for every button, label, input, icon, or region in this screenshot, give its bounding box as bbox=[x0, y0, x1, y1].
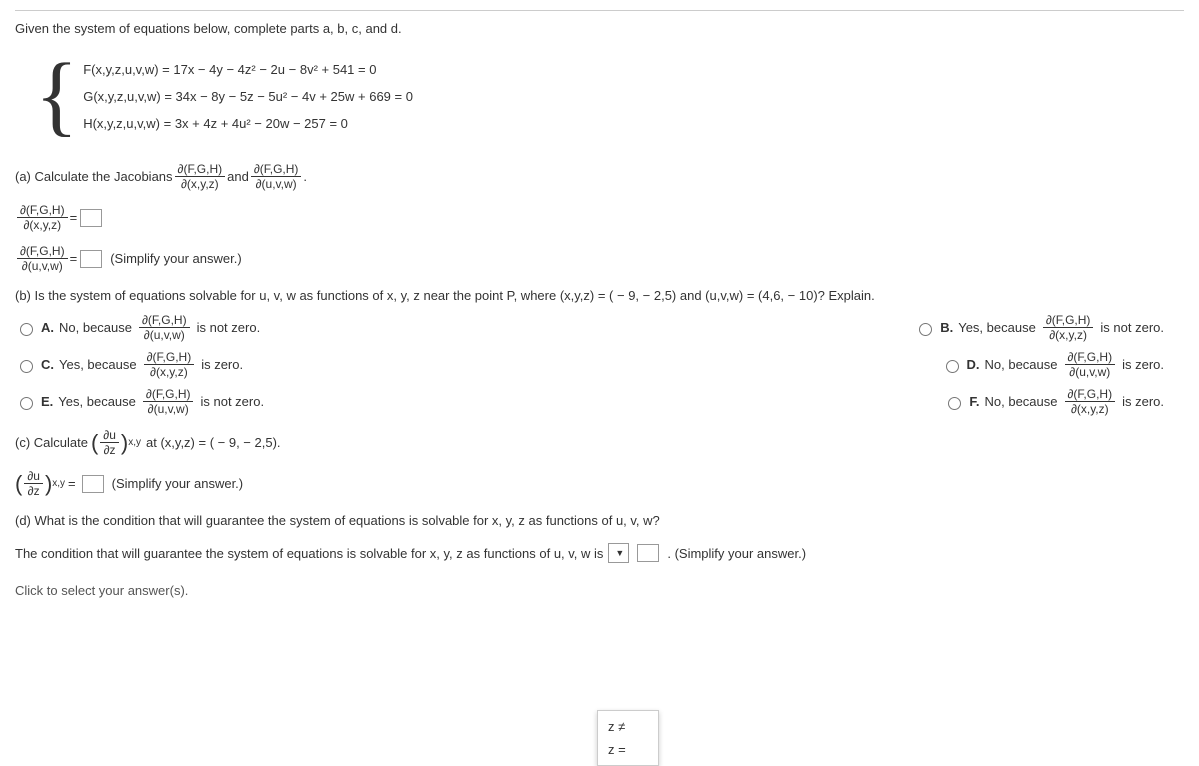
click-instruction: Click to select your answer(s). bbox=[15, 583, 1184, 598]
brace-symbol: { bbox=[35, 51, 78, 142]
answer-a1: ∂(F,G,H) ∂(x,y,z) = bbox=[15, 203, 1184, 232]
du-dz-ans: ∂u ∂z bbox=[24, 469, 43, 498]
dropdown-menu: z ≠ z = bbox=[597, 710, 659, 766]
option-c[interactable]: C. Yes, because ∂(F,G,H)∂(x,y,z) is zero… bbox=[15, 350, 243, 379]
option-a[interactable]: A. No, because ∂(F,G,H)∂(u,v,w) is not z… bbox=[15, 313, 260, 342]
equation-h: H(x,y,z,u,v,w) = 3x + 4z + 4u² − 20w − 2… bbox=[83, 116, 413, 131]
du-dz: ∂u ∂z bbox=[100, 428, 119, 457]
part-d-answer-line: The condition that will guarantee the sy… bbox=[15, 543, 1184, 563]
part-c-prompt: (c) Calculate ( ∂u ∂z ) x,y at (x,y,z) =… bbox=[15, 428, 1184, 457]
answer-a2: ∂(F,G,H) ∂(u,v,w) = (Simplify your answe… bbox=[15, 244, 1184, 273]
part-a-text: (a) Calculate the Jacobians bbox=[15, 169, 173, 184]
equation-system: { F(x,y,z,u,v,w) = 17x − 4y − 4z² − 2u −… bbox=[35, 51, 1184, 142]
answer-c: ( ∂u ∂z ) x,y = (Simplify your answer.) bbox=[15, 469, 1184, 498]
dropdown-condition[interactable] bbox=[608, 543, 629, 563]
radio-f[interactable] bbox=[948, 397, 961, 410]
input-jacobian-uvw[interactable] bbox=[80, 250, 102, 268]
jacobian-xyz: ∂(F,G,H) ∂(x,y,z) bbox=[175, 162, 226, 191]
dropdown-option-zeq[interactable]: z = bbox=[598, 738, 658, 761]
jacobian-xyz-ans: ∂(F,G,H) ∂(x,y,z) bbox=[17, 203, 68, 232]
radio-d[interactable] bbox=[946, 360, 959, 373]
part-b-prompt: (b) Is the system of equations solvable … bbox=[15, 288, 1184, 303]
input-condition-value[interactable] bbox=[637, 544, 659, 562]
option-d[interactable]: D. No, because ∂(F,G,H)∂(u,v,w) is zero. bbox=[941, 350, 1165, 379]
radio-c[interactable] bbox=[20, 360, 33, 373]
part-a-prompt: (a) Calculate the Jacobians ∂(F,G,H) ∂(x… bbox=[15, 162, 1184, 191]
input-du-dz[interactable] bbox=[82, 475, 104, 493]
jacobian-uvw-ans: ∂(F,G,H) ∂(u,v,w) bbox=[17, 244, 68, 273]
radio-e[interactable] bbox=[20, 397, 33, 410]
equation-g: G(x,y,z,u,v,w) = 34x − 8y − 5z − 5u² − 4… bbox=[83, 89, 413, 104]
option-f[interactable]: F. No, because ∂(F,G,H)∂(x,y,z) is zero. bbox=[943, 387, 1164, 416]
dropdown-option-zneq[interactable]: z ≠ bbox=[598, 715, 658, 738]
equation-f: F(x,y,z,u,v,w) = 17x − 4y − 4z² − 2u − 8… bbox=[83, 62, 413, 77]
intro-text: Given the system of equations below, com… bbox=[15, 21, 1184, 36]
part-d-prompt: (d) What is the condition that will guar… bbox=[15, 513, 1184, 528]
option-b[interactable]: B. Yes, because ∂(F,G,H)∂(x,y,z) is not … bbox=[914, 313, 1164, 342]
radio-b[interactable] bbox=[919, 323, 932, 336]
simplify-note: (Simplify your answer.) bbox=[110, 251, 241, 266]
option-e[interactable]: E. Yes, because ∂(F,G,H)∂(u,v,w) is not … bbox=[15, 387, 264, 416]
input-jacobian-xyz[interactable] bbox=[80, 209, 102, 227]
jacobian-uvw: ∂(F,G,H) ∂(u,v,w) bbox=[251, 162, 302, 191]
radio-a[interactable] bbox=[20, 323, 33, 336]
